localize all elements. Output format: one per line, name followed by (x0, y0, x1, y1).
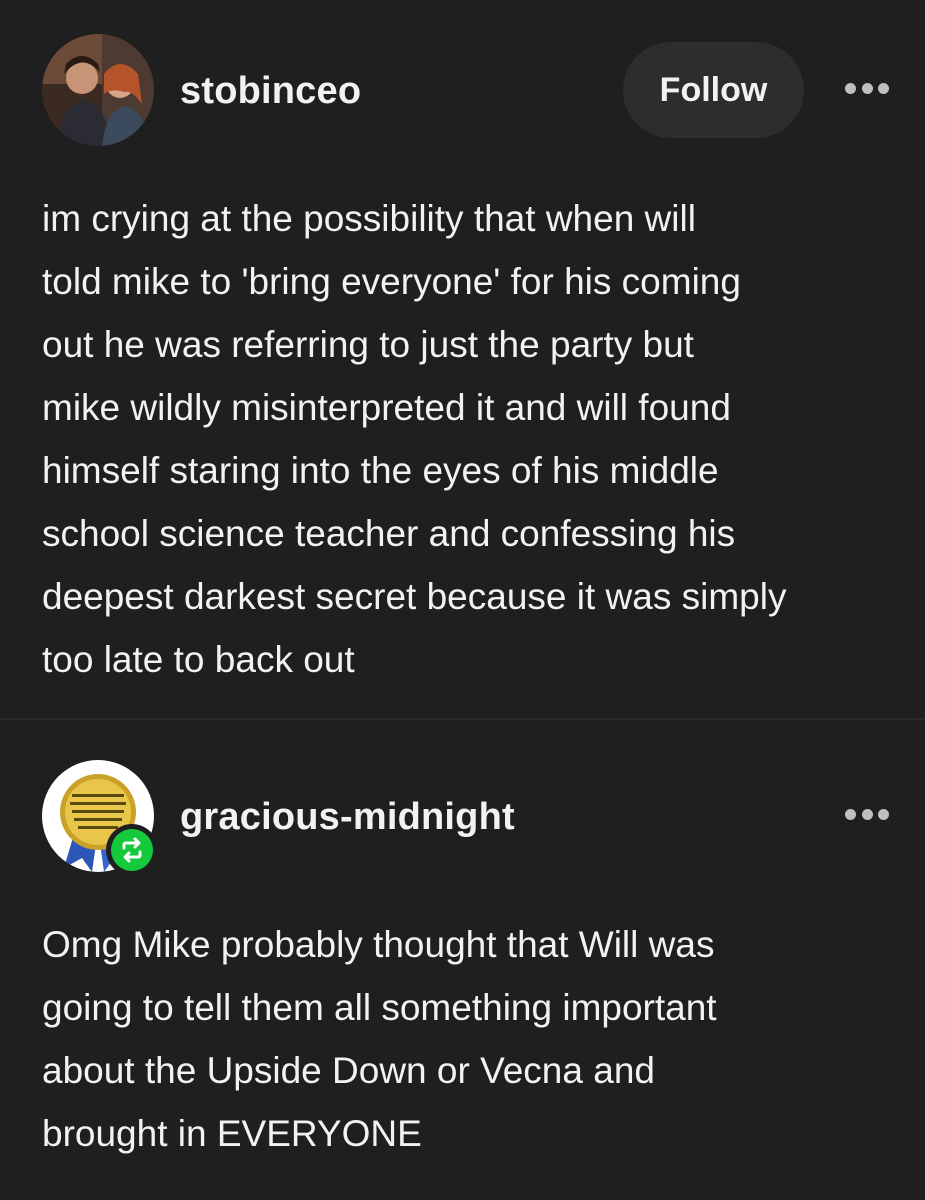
dot (845, 82, 856, 94)
dot (861, 808, 873, 820)
reblog-icon (122, 837, 142, 863)
username[interactable]: gracious-midnight (180, 796, 515, 839)
post-line: out he was referring to just the party b… (42, 324, 694, 365)
post-line: brought in EVERYONE (42, 1113, 422, 1154)
post-line: school science teacher and confessing hi… (42, 513, 736, 554)
post-body: im crying at the possibility that when w… (42, 187, 902, 691)
username[interactable]: stobinceo (180, 70, 361, 113)
dot (878, 808, 889, 820)
dot (861, 82, 873, 94)
reblog-badge (106, 824, 158, 876)
dot (845, 808, 856, 820)
post-line: told mike to 'bring everyone' for his co… (42, 261, 741, 302)
follow-button[interactable]: Follow (623, 42, 804, 138)
post-body: Omg Mike probably thought that Will was … (42, 913, 902, 1165)
avatar-stobinceo[interactable] (42, 34, 154, 146)
dot (878, 82, 889, 94)
post-line: mike wildly misinterpreted it and will f… (42, 387, 731, 428)
post-line: himself staring into the eyes of his mid… (42, 450, 719, 491)
post-line: im crying at the possibility that when w… (42, 198, 696, 239)
post-line: Omg Mike probably thought that Will was (42, 924, 715, 965)
post-original: stobinceo Follow im crying at the possib… (0, 0, 925, 718)
more-options-icon[interactable] (845, 78, 889, 98)
more-options-icon[interactable] (845, 804, 889, 824)
post-line: about the Upside Down or Vecna and (42, 1050, 655, 1091)
post-line: too late to back out (42, 639, 355, 680)
post-reblog: gracious-midnight Omg Mike probably thou… (0, 720, 925, 1200)
post-line: deepest darkest secret because it was si… (42, 576, 787, 617)
post-line: going to tell them all something importa… (42, 987, 717, 1028)
